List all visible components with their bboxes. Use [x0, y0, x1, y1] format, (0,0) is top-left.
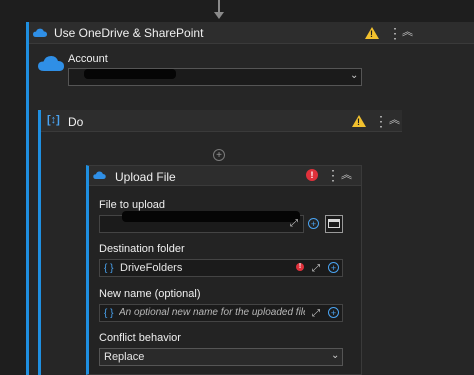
flow-arrow-icon: [214, 12, 224, 19]
error-circle-icon[interactable]: !: [306, 169, 318, 181]
kebab-icon[interactable]: ⋮: [374, 114, 388, 128]
onedrive-cloud-icon: [93, 171, 106, 179]
upload-file-action-title: Upload File: [115, 170, 176, 184]
file-to-upload-label: File to upload: [99, 199, 166, 211]
conflict-behavior-value: Replace: [104, 351, 145, 363]
account-value-redacted: [84, 69, 176, 79]
add-circle-icon[interactable]: +: [308, 218, 319, 229]
chevron-down-icon[interactable]: ⌄: [331, 350, 339, 361]
do-block-icon: [↕]: [47, 114, 60, 126]
new-name-placeholder: An optional new name for the uploaded fi…: [119, 307, 305, 318]
kebab-icon[interactable]: ⋮: [326, 168, 340, 182]
account-label: Account: [68, 53, 108, 65]
collapse-chevrons-icon[interactable]: ︽: [341, 170, 352, 181]
file-path-redacted: [122, 211, 300, 222]
add-circle-icon[interactable]: +: [328, 262, 339, 273]
destination-folder-value: DriveFolders: [120, 262, 183, 274]
do-block-header[interactable]: [41, 110, 402, 132]
add-action-icon[interactable]: +: [213, 149, 225, 161]
add-circle-icon[interactable]: +: [328, 307, 339, 318]
error-circle-icon[interactable]: !: [296, 263, 304, 271]
use-onedrive-action-title: Use OneDrive & SharePoint: [54, 26, 204, 40]
kebab-icon[interactable]: ⋮: [388, 26, 402, 40]
expand-icon[interactable]: ⤢: [290, 219, 298, 229]
conflict-behavior-label: Conflict behavior: [99, 332, 181, 344]
do-block-title: Do: [68, 115, 84, 129]
onedrive-cloud-icon: [33, 28, 47, 37]
expand-icon[interactable]: ⤢: [312, 264, 320, 274]
collapse-chevrons-icon[interactable]: ︽: [389, 115, 400, 126]
new-name-label: New name (optional): [99, 288, 201, 300]
chevron-down-icon[interactable]: ⌄: [350, 70, 358, 81]
collapse-chevrons-icon[interactable]: ︽: [402, 27, 413, 38]
warning-mark: !: [357, 117, 360, 127]
warning-triangle-icon[interactable]: !: [365, 27, 379, 39]
variable-icon: { }: [104, 308, 114, 319]
browse-folder-button[interactable]: [325, 215, 343, 233]
warning-triangle-icon[interactable]: !: [352, 115, 366, 127]
expand-icon[interactable]: ⤢: [312, 309, 320, 319]
variable-icon: { }: [104, 263, 114, 274]
warning-mark: !: [370, 29, 373, 39]
onedrive-account-icon: [38, 55, 64, 71]
destination-folder-label: Destination folder: [99, 243, 185, 255]
folder-icon: [328, 219, 340, 228]
